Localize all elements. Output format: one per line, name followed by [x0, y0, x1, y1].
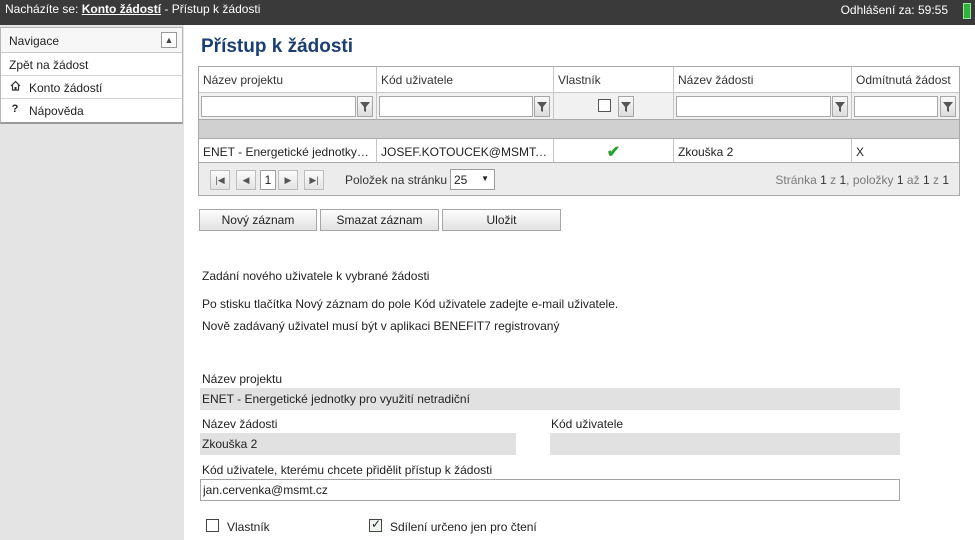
filter-icon[interactable] — [357, 96, 373, 117]
filter-cell-request — [674, 93, 852, 120]
question-icon: ? — [11, 103, 19, 115]
prev-page-icon[interactable]: ◀ — [236, 170, 256, 190]
next-page-icon[interactable]: ▶ — [278, 170, 298, 190]
breadcrumb-prefix: Nacházíte se: — [5, 2, 79, 16]
user-code-field — [550, 433, 900, 455]
cell-rejected: X — [852, 139, 959, 163]
request-field: Zkouška 2 — [200, 433, 516, 455]
filter-input-rejected[interactable] — [854, 96, 938, 117]
filter-cell-project — [199, 93, 377, 120]
column-header-rejected[interactable]: Odmítnutá žádost — [852, 67, 959, 93]
collapse-icon[interactable]: ▲ — [161, 32, 177, 48]
page-title: Přístup k žádosti — [201, 36, 354, 57]
sidebar: Navigace ▲ Zpět na žádost Konto žádostí … — [0, 25, 184, 540]
column-header-user-code[interactable]: Kód uživatele — [377, 67, 554, 93]
checkmark-icon: ✔ — [606, 144, 621, 161]
user-code-label: Kód uživatele — [551, 417, 624, 431]
page-size-select[interactable]: 25 ▼ — [450, 169, 495, 190]
access-grid: Název projektu Kód uživatele Vlastník Ná… — [198, 66, 960, 196]
column-header-project[interactable]: Název projektu — [199, 67, 377, 93]
main-content: Přístup k žádosti Název projektu Kód uži… — [184, 25, 975, 540]
save-button[interactable]: Uložit — [442, 209, 561, 231]
grant-user-input[interactable] — [200, 479, 900, 501]
chevron-down-icon: ▼ — [481, 174, 489, 183]
cell-user-code: JOSEF.KOTOUCEK@MSMT.CZ — [377, 139, 554, 163]
filter-cell-user-code — [377, 93, 554, 120]
grid-header: Název projektu Kód uživatele Vlastník Ná… — [199, 67, 959, 93]
sidebar-item-konto[interactable]: Konto žádostí — [1, 76, 182, 99]
navigation-panel: Navigace ▲ Zpět na žádost Konto žádostí … — [0, 27, 183, 124]
breadcrumb: Nacházíte se: Konto žádostí - Přístup k … — [5, 2, 260, 16]
cell-owner: ✔ — [554, 139, 674, 163]
filter-icon[interactable] — [618, 96, 634, 117]
navigation-title: Navigace — [9, 34, 60, 48]
current-page[interactable]: 1 — [260, 170, 276, 190]
breadcrumb-current: - Přístup k žádosti — [161, 2, 261, 16]
owner-checkbox-label: Vlastník — [227, 520, 270, 534]
grid-pager: |◀ ◀ 1 ▶ ▶| Položek na stránku 25 ▼ Strán… — [199, 163, 959, 195]
filter-icon[interactable] — [832, 96, 848, 117]
session-indicator-icon — [963, 3, 971, 19]
navigation-header: Navigace ▲ — [1, 28, 182, 53]
pager-info: Stránka 1 z 1, položky 1 až 1 z 1 — [775, 173, 949, 187]
grid-filter-row — [199, 93, 959, 120]
project-label: Název projektu — [202, 372, 283, 386]
cell-request: Zkouška 2 — [674, 139, 852, 163]
sidebar-item-label: Zpět na žádost — [9, 58, 89, 72]
grid-group-row — [199, 120, 959, 139]
filter-cell-owner — [554, 93, 674, 120]
new-record-button[interactable]: Nový záznam — [199, 209, 317, 231]
home-icon — [9, 80, 21, 94]
filter-icon[interactable] — [940, 96, 956, 117]
column-header-owner[interactable]: Vlastník — [554, 67, 674, 93]
breadcrumb-link-konto[interactable]: Konto žádostí — [82, 2, 161, 16]
logout-timer: Odhlášení za: 59:55 — [841, 3, 948, 17]
cell-project: ENET - Energetické jednotky p... — [199, 139, 377, 163]
filter-icon[interactable] — [534, 96, 550, 117]
sidebar-item-back[interactable]: Zpět na žádost — [1, 53, 182, 76]
top-bar: Nacházíte se: Konto žádostí - Přístup k … — [0, 0, 975, 25]
filter-input-user-code[interactable] — [379, 96, 533, 117]
project-field: ENET - Energetické jednotky pro využití … — [200, 388, 900, 410]
info-line-2: Nově zadávaný uživatel musí být v aplika… — [202, 319, 560, 333]
page-size-value: 25 — [454, 173, 468, 187]
info-heading: Zadání nového uživatele k vybrané žádost… — [202, 269, 430, 283]
delete-record-button[interactable]: Smazat záznam — [320, 209, 439, 231]
sidebar-item-label: Konto žádostí — [29, 81, 103, 95]
filter-input-project[interactable] — [201, 96, 356, 117]
first-page-icon[interactable]: |◀ — [210, 170, 230, 190]
logout-time: 59:55 — [917, 3, 948, 17]
logout-label: Odhlášení za: — [840, 3, 915, 17]
column-header-request[interactable]: Název žádosti — [674, 67, 852, 93]
info-line-1: Po stisku tlačítka Nový záznam do pole K… — [202, 297, 619, 311]
grant-user-label: Kód uživatele, kterému chcete přidělit p… — [202, 463, 493, 477]
sidebar-item-label: Nápověda — [29, 104, 84, 118]
filter-input-request[interactable] — [676, 96, 831, 117]
page-size-label: Položek na stránku — [345, 173, 448, 187]
sidebar-item-help[interactable]: ? Nápověda — [1, 99, 182, 122]
request-label: Název žádosti — [202, 417, 278, 431]
readonly-checkbox-label: Sdílení určeno jen pro čtení — [390, 520, 537, 534]
last-page-icon[interactable]: ▶| — [304, 170, 324, 190]
table-row[interactable]: ENET - Energetické jednotky p... JOSEF.K… — [199, 139, 959, 163]
filter-cell-rejected — [852, 93, 959, 120]
owner-checkbox[interactable] — [206, 519, 219, 532]
readonly-checkbox[interactable] — [369, 517, 382, 532]
filter-checkbox-owner[interactable] — [598, 99, 611, 112]
